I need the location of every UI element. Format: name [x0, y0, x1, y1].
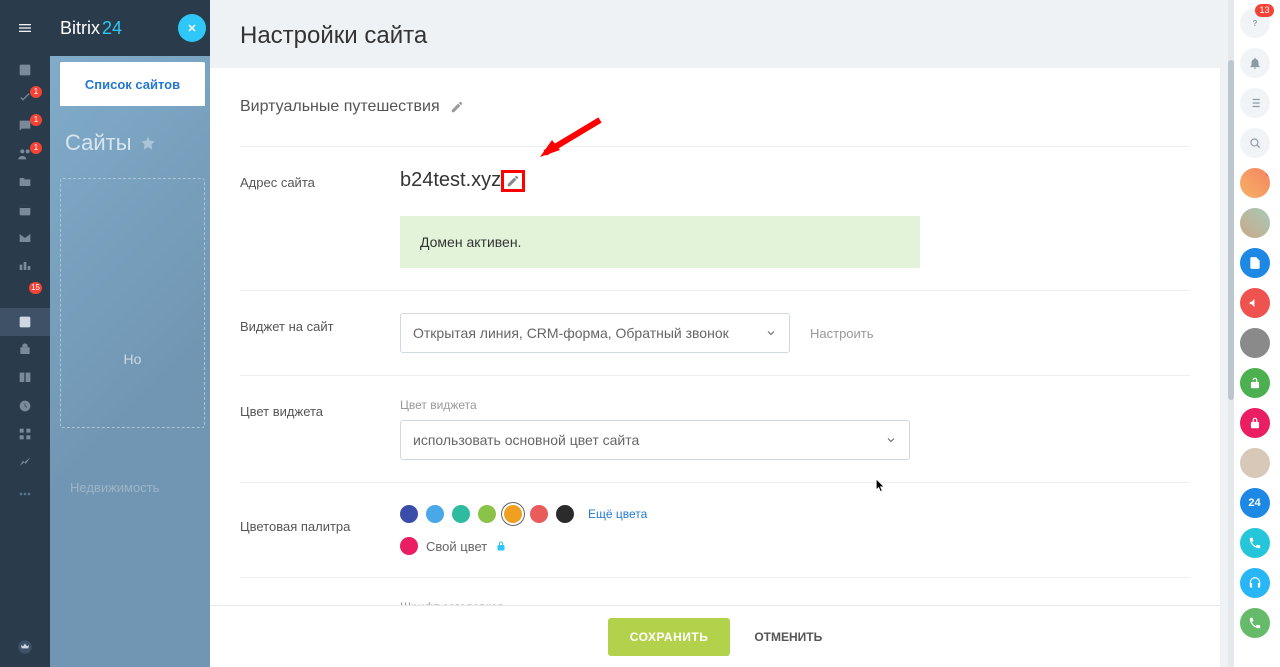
- help-button[interactable]: ? 13: [1240, 8, 1270, 38]
- tab-sites-list[interactable]: Список сайтов: [60, 62, 205, 106]
- more-colors-link[interactable]: Ещё цвета: [588, 507, 647, 521]
- rail-knowledge-icon[interactable]: [0, 364, 50, 392]
- hamburger-icon[interactable]: [0, 0, 50, 56]
- rail-chat-icon[interactable]: 1: [0, 112, 50, 140]
- color-swatch[interactable]: [478, 505, 496, 523]
- headset-icon[interactable]: [1240, 568, 1270, 598]
- list-icon[interactable]: [1240, 88, 1270, 118]
- modal-title: Настройки сайта: [210, 0, 1220, 68]
- site-address: b24test.xyz: [400, 169, 525, 192]
- color-swatch[interactable]: [556, 505, 574, 523]
- left-rail: 1 1 1 15: [0, 0, 50, 667]
- widget-select[interactable]: Открытая линия, CRM-форма, Обратный звон…: [400, 313, 790, 353]
- color-swatch[interactable]: [504, 505, 522, 523]
- address-label: Адрес сайта: [240, 169, 400, 268]
- widget-label: Виджет на сайт: [240, 313, 400, 353]
- rail-sites-icon[interactable]: [0, 308, 50, 336]
- edit-address-highlight: [501, 170, 525, 192]
- widget-color-select[interactable]: использовать основной цвет сайта: [400, 420, 910, 460]
- chevron-down-icon: [885, 434, 897, 446]
- svg-text:?: ?: [1252, 19, 1257, 28]
- sites-heading: Сайты: [65, 130, 156, 156]
- right-rail: ? 13 24: [1228, 0, 1280, 667]
- custom-color-swatch[interactable]: [400, 537, 418, 555]
- phone-icon[interactable]: [1240, 528, 1270, 558]
- bell-icon[interactable]: [1240, 48, 1270, 78]
- color-swatch[interactable]: [452, 505, 470, 523]
- save-button[interactable]: СОХРАНИТЬ: [608, 618, 731, 656]
- pencil-icon[interactable]: [506, 174, 520, 188]
- settings-modal: Настройки сайта Виртуальные путешествия …: [210, 0, 1220, 667]
- widget-color-label: Цвет виджета: [240, 398, 400, 460]
- megaphone-icon[interactable]: [1240, 288, 1270, 318]
- rail-tasks-icon[interactable]: 1: [0, 84, 50, 112]
- phone-call-icon[interactable]: [1240, 608, 1270, 638]
- pencil-icon[interactable]: [450, 100, 464, 114]
- b24-badge[interactable]: 24: [1240, 488, 1270, 518]
- domain-status-banner: Домен активен.: [400, 216, 920, 268]
- rail-calendar-icon[interactable]: [0, 196, 50, 224]
- site-card-label: Недвижимость: [70, 480, 159, 495]
- scrollbar-thumb[interactable]: [1228, 60, 1234, 400]
- doc-icon[interactable]: [1240, 248, 1270, 278]
- chevron-down-icon: [765, 327, 777, 339]
- avatar[interactable]: [1240, 168, 1270, 198]
- rail-crown-icon[interactable]: [0, 627, 50, 667]
- avatar[interactable]: [1240, 208, 1270, 238]
- rail-market-icon[interactable]: [0, 336, 50, 364]
- configure-widget-link[interactable]: Настроить: [810, 326, 874, 341]
- rail-apps-icon[interactable]: [0, 420, 50, 448]
- lock-icon[interactable]: [1240, 408, 1270, 438]
- rail-mail-icon[interactable]: [0, 224, 50, 252]
- avatar[interactable]: [1240, 328, 1270, 358]
- site-name-row: Виртуальные путешествия: [240, 98, 1190, 116]
- cancel-button[interactable]: ОТМЕНИТЬ: [754, 630, 822, 644]
- rail-groups-icon[interactable]: 1: [0, 140, 50, 168]
- widget-color-sublabel: Цвет виджета: [400, 398, 1190, 412]
- lock-icon: [495, 540, 507, 552]
- search-icon[interactable]: [1240, 128, 1270, 158]
- star-icon[interactable]: [140, 135, 156, 151]
- avatar[interactable]: [1240, 448, 1270, 478]
- rail-crm-icon[interactable]: [0, 252, 50, 280]
- lock-open-icon[interactable]: [1240, 368, 1270, 398]
- palette-label: Цветовая палитра: [240, 505, 400, 555]
- rail-more-icon[interactable]: [0, 476, 50, 504]
- modal-body: Виртуальные путешествия Адрес сайта b24t…: [210, 68, 1220, 607]
- close-panel-button[interactable]: [178, 14, 206, 42]
- rail-bi-icon[interactable]: [0, 448, 50, 476]
- rail-settings-icon[interactable]: 15: [0, 280, 50, 308]
- rail-time-icon[interactable]: [0, 392, 50, 420]
- color-swatch[interactable]: [530, 505, 548, 523]
- rail-drive-icon[interactable]: [0, 168, 50, 196]
- site-card-placeholder[interactable]: Но: [60, 178, 205, 428]
- palette-row: Ещё цвета: [400, 505, 1190, 523]
- custom-color-label: Свой цвет: [426, 539, 487, 554]
- rail-feed-icon[interactable]: [0, 56, 50, 84]
- color-swatch[interactable]: [400, 505, 418, 523]
- color-swatch[interactable]: [426, 505, 444, 523]
- modal-footer: СОХРАНИТЬ ОТМЕНИТЬ: [210, 605, 1220, 667]
- site-name: Виртуальные путешествия: [240, 98, 440, 116]
